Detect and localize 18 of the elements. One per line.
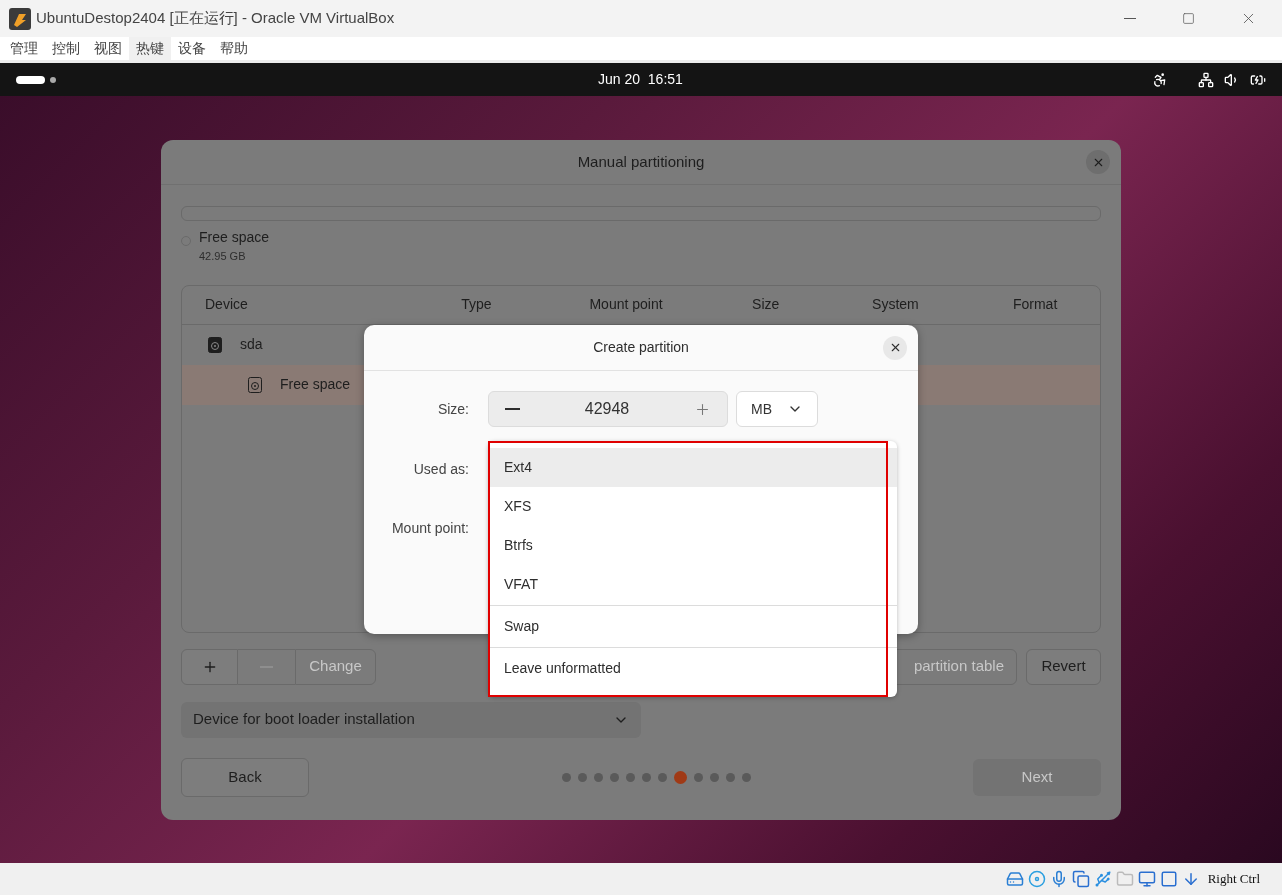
column-header: Mount point	[588, 295, 664, 314]
dialog-title: Manual partitioning	[577, 151, 705, 172]
device-name: sda	[240, 335, 263, 354]
dialog-title: Create partition	[593, 338, 689, 357]
column-header: Type	[460, 295, 493, 314]
size-value: 42948	[583, 399, 631, 419]
legend-label: Free space	[199, 228, 270, 247]
column-header: System	[871, 295, 920, 314]
column-header: Format	[1011, 295, 1059, 314]
column-header: Device	[204, 295, 249, 314]
window-title: UbuntuDestop2404 [正在运行] - Oracle VM VirtualBox	[36, 8, 395, 29]
mount-point-label: Mount point:	[390, 519, 469, 538]
host-key-label: Right Ctrl	[1207, 870, 1260, 889]
legend-size: 42.95 GB	[199, 249, 247, 264]
device-name: Free space	[280, 375, 351, 394]
used-as-label: Used as:	[412, 460, 469, 479]
column-header: Size	[751, 295, 781, 314]
size-label: Size:	[436, 399, 469, 419]
